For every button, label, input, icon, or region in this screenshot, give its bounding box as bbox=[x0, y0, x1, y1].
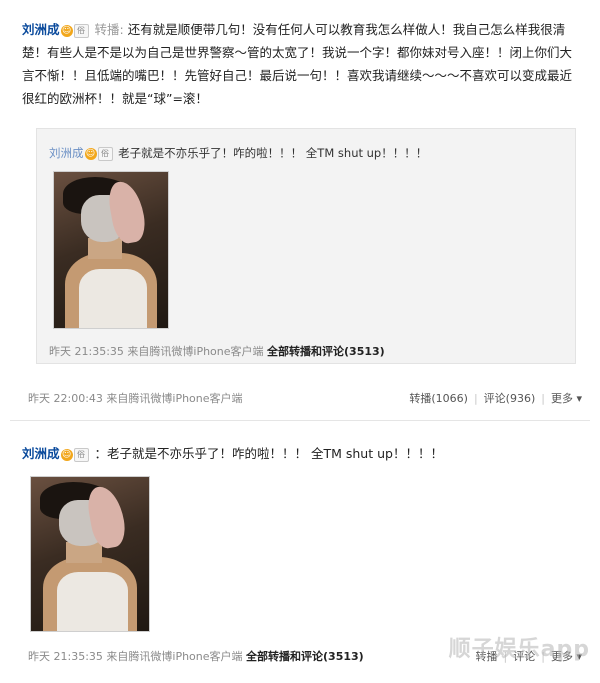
verified-badge-icon: ☺ bbox=[60, 24, 73, 37]
post-1-meta: 昨天 22:00:43 来自腾讯微博iPhone客户端 bbox=[28, 392, 243, 405]
quoted-photo[interactable] bbox=[53, 171, 169, 329]
post-2-photo[interactable] bbox=[30, 476, 150, 632]
quoted-post: 刘洲成 ☺ 俗 老子就是不亦乐乎了！咋的啦！！！ 全TM shut up！！！！ 昨… bbox=[36, 128, 576, 364]
post-2-body: 刘洲成 ☺ 俗 ：老子就是不亦乐乎了！咋的啦！！！ 全TM shut up！！！！ bbox=[22, 442, 577, 465]
more-button[interactable]: 更多 ▾ bbox=[551, 392, 582, 405]
post-1-author[interactable]: 刘洲成 bbox=[22, 22, 60, 37]
post-1-body: 刘洲成 ☺ 俗 转播: 还有就是顺便带几句！没有任何人可以教育我怎么样做人！我自己怎… bbox=[22, 18, 577, 110]
verified-badge-icon: ☺ bbox=[84, 147, 97, 160]
post-1: 刘洲成 ☺ 俗 转播: 还有就是顺便带几句！没有任何人可以教育我怎么样做人！我自己怎… bbox=[0, 0, 600, 410]
quoted-header: 刘洲成 ☺ 俗 老子就是不亦乐乎了！咋的啦！！！ 全TM shut up！！！！ bbox=[49, 145, 427, 161]
comment-button[interactable]: 评论(936) bbox=[484, 392, 536, 405]
quoted-meta: 昨天 21:35:35 来自腾讯微博iPhone客户端 全部转播和评论(3513… bbox=[49, 343, 385, 359]
quoted-text: 老子就是不亦乐乎了！咋的啦！！！ 全TM shut up！！！！ bbox=[118, 146, 428, 160]
post-2-meta: 昨天 21:35:35 来自腾讯微博iPhone客户端 全部转播和评论(3513… bbox=[28, 648, 364, 664]
verified-badge-icon: ☺ bbox=[60, 448, 73, 461]
watermark: 顺子娱乐app bbox=[448, 637, 590, 662]
vip-icon: 俗 bbox=[73, 447, 89, 462]
repost-button[interactable]: 转播(1066) bbox=[409, 392, 468, 405]
quoted-all-reposts-link[interactable]: 全部转播和评论(3513) bbox=[267, 345, 385, 358]
quoted-author[interactable]: 刘洲成 bbox=[49, 146, 84, 160]
post-2-all-reposts-link[interactable]: 全部转播和评论(3513) bbox=[246, 650, 364, 663]
post-2-meta-time: 昨天 21:35:35 来自腾讯微博iPhone客户端 bbox=[28, 650, 243, 663]
post-2-author[interactable]: 刘洲成 bbox=[22, 446, 60, 461]
post-divider bbox=[10, 420, 590, 421]
post-1-tag: 转播: bbox=[94, 22, 124, 37]
quoted-meta-time: 昨天 21:35:35 来自腾讯微博iPhone客户端 bbox=[49, 345, 264, 358]
post-1-actions: 转播(1066) | 评论(936) | 更多 ▾ bbox=[409, 392, 582, 405]
post-2-text: ：老子就是不亦乐乎了！咋的啦！！！ 全TM shut up！！！！ bbox=[94, 446, 443, 461]
vip-icon: 俗 bbox=[97, 146, 113, 161]
vip-icon: 俗 bbox=[73, 23, 89, 38]
